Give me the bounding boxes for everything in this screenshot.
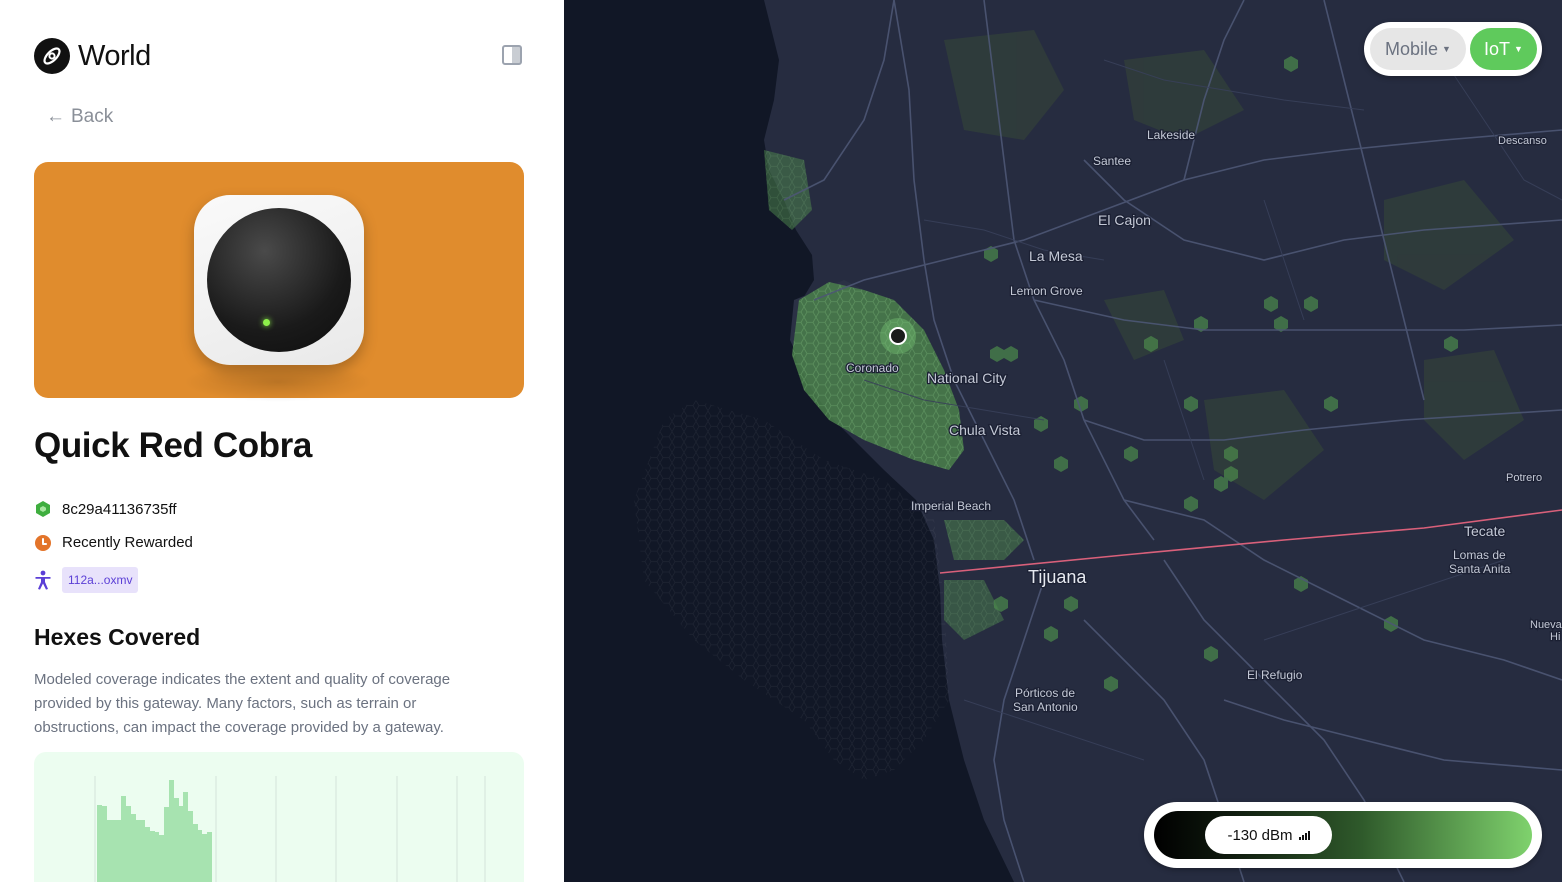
signal-bars-icon: [1298, 830, 1310, 840]
hexagon-icon: [36, 501, 50, 517]
map-label-descanso: Descanso: [1498, 135, 1547, 147]
map-label-nueva-2: Hi: [1550, 631, 1560, 643]
caret-down-icon: ▼: [1514, 44, 1523, 54]
hexes-covered-title: Hexes Covered: [34, 624, 201, 650]
hex-id: 8c29a41136735ff: [62, 500, 177, 518]
signal-gradient-bar: -130 dBm: [1154, 811, 1532, 859]
device-led: [263, 319, 270, 326]
map-label-nueva: Nueva: [1530, 619, 1562, 631]
coverage-description: Modeled coverage indicates the extent an…: [34, 671, 451, 736]
hotspot-device-image: [194, 195, 364, 365]
map-label-el-cajon: El Cajon: [1098, 212, 1151, 228]
map-label-lakeside: Lakeside: [1147, 128, 1195, 142]
network-switch: Mobile ▼ IoT ▼: [1364, 22, 1542, 76]
panel-toggle-icon[interactable]: [502, 45, 522, 65]
map-label-san-antonio: San Antonio: [1013, 700, 1078, 714]
signal-value-pill[interactable]: -130 dBm: [1205, 816, 1332, 854]
hex-id-row[interactable]: 8c29a41136735ff: [34, 500, 177, 518]
signal-value: -130 dBm: [1227, 826, 1293, 844]
map-label-potrero: Potrero: [1506, 472, 1542, 484]
map-label-el-refugio: El Refugio: [1247, 668, 1303, 682]
person-icon: [35, 570, 51, 590]
map-label-lomas: Lomas de: [1453, 548, 1506, 562]
clock-icon: [35, 534, 51, 551]
map-label-lemon-grove: Lemon Grove: [1010, 284, 1083, 298]
map-label-tecate: Tecate: [1464, 523, 1505, 539]
owner-row: 112a...oxmv: [34, 567, 139, 593]
map-label-national-city: National City: [927, 370, 1006, 386]
coverage-map[interactable]: Lakeside Descanso Santee El Cajon La Mes…: [564, 0, 1562, 882]
brand-name: World: [78, 39, 151, 72]
gateway-location-marker[interactable]: [889, 327, 907, 345]
mobile-network-button[interactable]: Mobile ▼: [1370, 28, 1466, 70]
back-link[interactable]: ← Back: [46, 106, 113, 128]
gateway-name: Quick Red Cobra: [34, 426, 312, 465]
histogram-bars: [97, 780, 212, 882]
arrow-left-icon: ←: [46, 106, 65, 127]
helium-logo-icon: [34, 38, 70, 74]
map-canvas[interactable]: Lakeside Descanso Santee El Cajon La Mes…: [564, 0, 1562, 882]
iot-network-button[interactable]: IoT ▼: [1470, 28, 1537, 70]
signal-strength-legend: -130 dBm: [1144, 802, 1542, 868]
device-shadow: [183, 362, 373, 402]
reward-status-row: Recently Rewarded: [34, 534, 193, 551]
iot-label: IoT: [1484, 38, 1511, 59]
map-label-porticos: Pórticos de: [1015, 686, 1075, 700]
reward-status: Recently Rewarded: [62, 534, 193, 551]
gateway-sidebar: World ← Back Quick Red Cobra 8c29a411367…: [0, 0, 564, 882]
map-label-chula-vista: Chula Vista: [949, 422, 1021, 438]
caret-down-icon: ▼: [1442, 44, 1451, 54]
device-dome: [207, 208, 351, 352]
map-label-santa-anita: Santa Anita: [1449, 562, 1511, 576]
map-label-coronado: Coronado: [846, 361, 899, 375]
map-label-tijuana: Tijuana: [1028, 567, 1087, 587]
map-label-la-mesa: La Mesa: [1029, 248, 1083, 264]
gateway-hero-card: [34, 162, 524, 402]
mobile-label: Mobile: [1385, 38, 1439, 59]
back-label: Back: [71, 106, 114, 127]
brand[interactable]: World: [34, 38, 151, 74]
map-label-imperial-beach: Imperial Beach: [911, 499, 991, 513]
owner-address-chip[interactable]: 112a...oxmv: [62, 567, 139, 593]
coverage-histogram: [34, 752, 524, 882]
map-label-santee: Santee: [1093, 154, 1131, 168]
